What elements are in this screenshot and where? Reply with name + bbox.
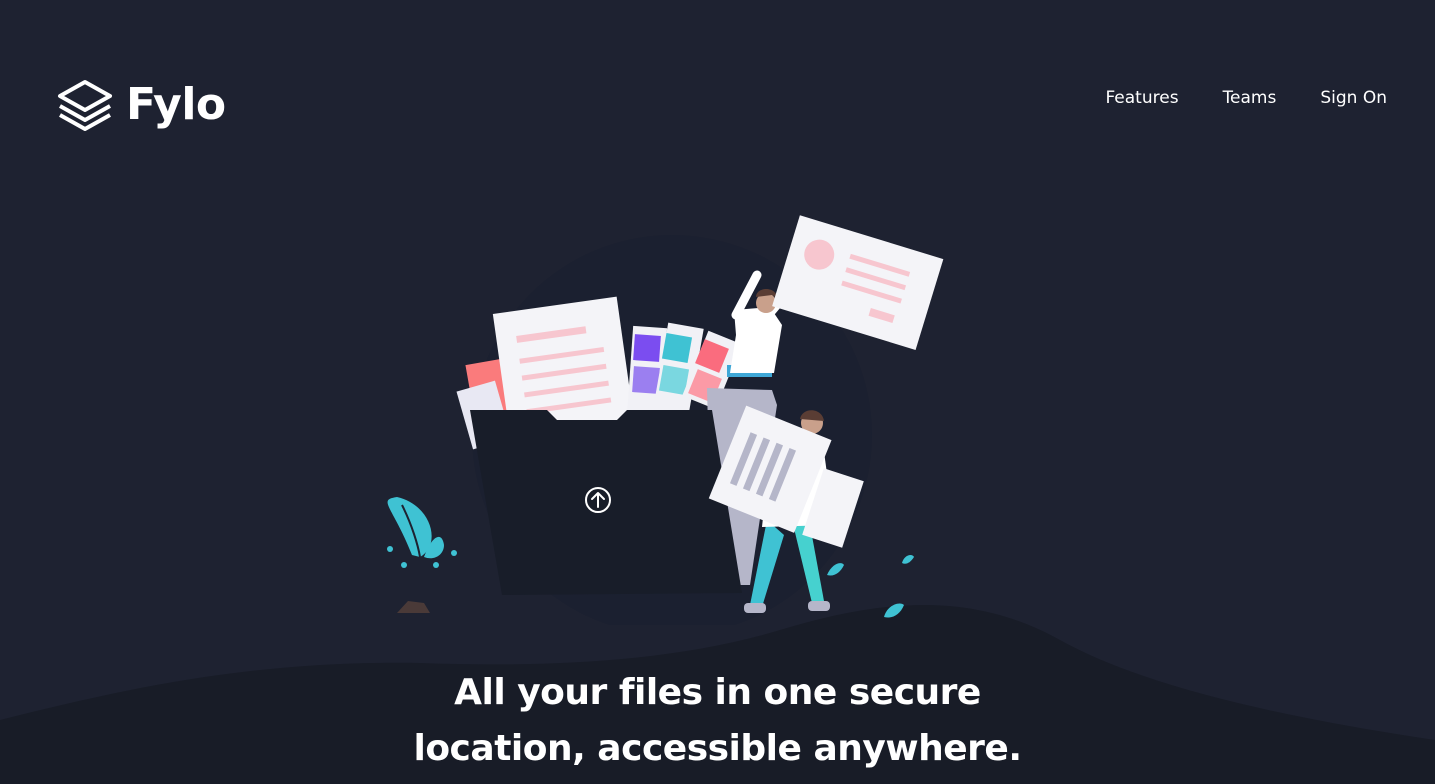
leaf [827,563,844,576]
site-header: Fylo Features Teams Sign On [56,78,1387,132]
rock [397,601,430,613]
folder-front [470,410,742,595]
landing-page: Fylo Features Teams Sign On All your fil… [0,0,1435,784]
leaf [902,555,914,564]
brand-name: Fylo [126,79,226,130]
hero-title-line-2: location, accessible anywhere. [413,728,1022,769]
brand[interactable]: Fylo [56,78,226,132]
intro-illustration [387,215,944,625]
stacked-layers-icon [58,80,112,131]
plant [387,497,457,568]
leaf [884,603,904,618]
hero-title: All your files in one secure location, a… [0,665,1435,777]
hero-title-line-1: All your files in one secure [454,672,981,713]
nav-link-teams[interactable]: Teams [1223,88,1277,108]
main-nav: Features Teams Sign On [1105,88,1387,108]
nav-link-features[interactable]: Features [1105,88,1178,108]
nav-link-sign-on[interactable]: Sign On [1320,88,1387,108]
